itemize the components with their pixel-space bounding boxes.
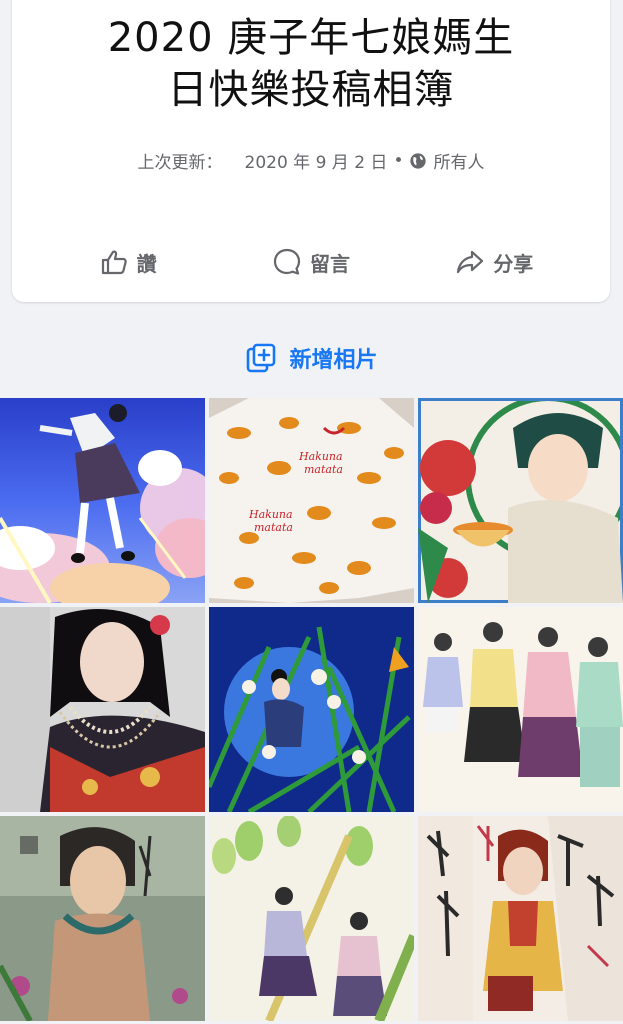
photo-two-women-bamboo[interactable] (209, 816, 414, 1021)
like-label: 讚 (136, 251, 157, 276)
updated-label: 上次更新： (137, 153, 223, 173)
comment-bubble-icon (273, 248, 301, 275)
shirt-print-text-4: matata (254, 521, 293, 534)
share-arrow-icon (457, 250, 484, 274)
photo-woman-with-calligraphy[interactable] (0, 816, 205, 1021)
photo-tiger-print-shirt[interactable]: Hakuna matata Hakuna matata (209, 398, 414, 603)
shirt-print-text-2: matata (304, 463, 343, 476)
add-photos-button[interactable]: 新增相片 (0, 336, 623, 380)
share-label: 分享 (493, 251, 534, 276)
add-photos-label: 新增相片 (289, 348, 378, 373)
album-title: 2020 庚子年七娘媽生 日快樂投稿相簿 (12, 12, 610, 116)
photo-woman-democracy-banners[interactable] (418, 816, 623, 1021)
thumbs-up-icon (101, 250, 127, 275)
shirt-print-text-1: Hakuna (298, 450, 343, 463)
album-header-card: 2020 庚子年七娘媽生 日快樂投稿相簿 上次更新： 2020 年 9 月 2 … (12, 0, 610, 302)
photo-doll-embroidered-dress[interactable] (0, 607, 205, 812)
comment-label: 留言 (309, 251, 350, 276)
photo-girl-jumping-sky[interactable] (0, 398, 205, 603)
meta-separator: • (393, 150, 404, 171)
comment-button[interactable]: 留言 (226, 247, 396, 277)
updated-date: 2020 年 9 月 2 日 (244, 153, 388, 173)
photo-girl-in-grass[interactable] (209, 607, 414, 812)
share-button[interactable]: 分享 (409, 247, 579, 277)
privacy-label[interactable]: 所有人 (433, 148, 484, 173)
globe-icon[interactable] (409, 152, 427, 170)
photo-grid: Hakuna matata Hakuna matata (0, 398, 623, 1024)
like-button[interactable]: 讚 (43, 247, 213, 277)
album-title-line-1: 2020 庚子年七娘媽生 (107, 15, 515, 61)
add-photo-icon (247, 343, 276, 373)
shirt-print-text-3: Hakuna (248, 508, 293, 521)
album-title-line-2: 日快樂投稿相簿 (167, 67, 455, 113)
album-meta: 上次更新： 2020 年 9 月 2 日 • 所有人 (12, 148, 610, 174)
action-bar: 讚 留言 分享 (12, 242, 610, 282)
photo-woman-holding-bowl-flowers[interactable] (418, 398, 623, 603)
photo-four-women-group[interactable] (418, 607, 623, 812)
